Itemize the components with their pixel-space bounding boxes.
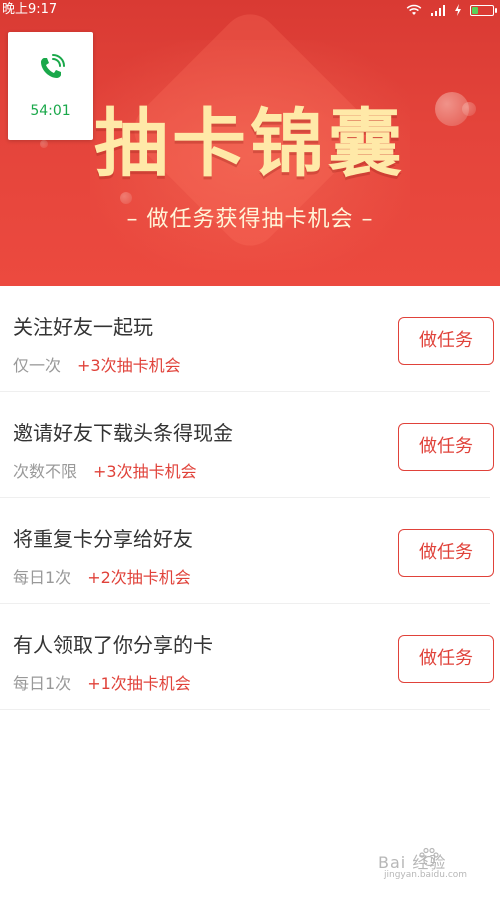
- task-title: 关注好友一起玩: [13, 315, 153, 339]
- task-frequency: 仅一次: [13, 356, 62, 375]
- task-title: 将重复卡分享给好友: [13, 527, 193, 551]
- status-icons: [406, 0, 497, 20]
- phone-icon: [41, 54, 65, 78]
- task-reward: +3次抽卡机会: [77, 356, 181, 375]
- task-list: 关注好友一起玩 仅一次 +3次抽卡机会 做任务 邀请好友下载头条得现金 次数不限 +…: [0, 286, 500, 710]
- task-meta: 每日1次 +1次抽卡机会: [13, 670, 191, 694]
- task-title: 邀请好友下载头条得现金: [13, 421, 233, 445]
- coin-decoration: [462, 102, 476, 116]
- watermark: Bai 经验 jingyan.baidu.com: [358, 843, 478, 885]
- signal-icon: [431, 5, 445, 16]
- task-reward: +1次抽卡机会: [87, 674, 191, 693]
- do-task-button[interactable]: 做任务: [398, 317, 494, 365]
- task-frequency: 次数不限: [13, 462, 78, 481]
- page-title: 抽卡锦囊: [94, 101, 406, 187]
- status-bar: 晚上9:17: [0, 0, 500, 20]
- task-reward: +2次抽卡机会: [87, 568, 191, 587]
- task-reward: +3次抽卡机会: [93, 462, 197, 481]
- page-subtitle: – 做任务获得抽卡机会 –: [126, 207, 374, 232]
- do-task-button[interactable]: 做任务: [398, 529, 494, 577]
- watermark-url: jingyan.baidu.com: [384, 870, 468, 880]
- call-timer: 54:01: [30, 103, 71, 119]
- task-title: 有人领取了你分享的卡: [13, 633, 213, 657]
- task-row: 关注好友一起玩 仅一次 +3次抽卡机会 做任务: [0, 286, 494, 392]
- battery-icon: [470, 4, 497, 16]
- task-meta: 每日1次 +2次抽卡机会: [13, 564, 191, 588]
- do-task-button[interactable]: 做任务: [398, 423, 494, 471]
- task-frequency: 每日1次: [13, 568, 72, 587]
- charging-icon: [455, 4, 461, 16]
- status-time: 晚上9:17: [2, 2, 58, 17]
- task-row: 邀请好友下载头条得现金 次数不限 +3次抽卡机会 做任务: [0, 392, 494, 498]
- do-task-button[interactable]: 做任务: [398, 635, 494, 683]
- task-row: 将重复卡分享给好友 每日1次 +2次抽卡机会 做任务: [0, 498, 494, 604]
- wifi-icon: [406, 4, 422, 15]
- task-meta: 仅一次 +3次抽卡机会: [13, 352, 181, 376]
- task-frequency: 每日1次: [13, 674, 72, 693]
- call-floating-window[interactable]: 54:01: [8, 32, 93, 140]
- coin-decoration: [40, 140, 48, 148]
- task-row: 有人领取了你分享的卡 每日1次 +1次抽卡机会 做任务: [0, 604, 494, 710]
- task-meta: 次数不限 +3次抽卡机会: [13, 458, 197, 482]
